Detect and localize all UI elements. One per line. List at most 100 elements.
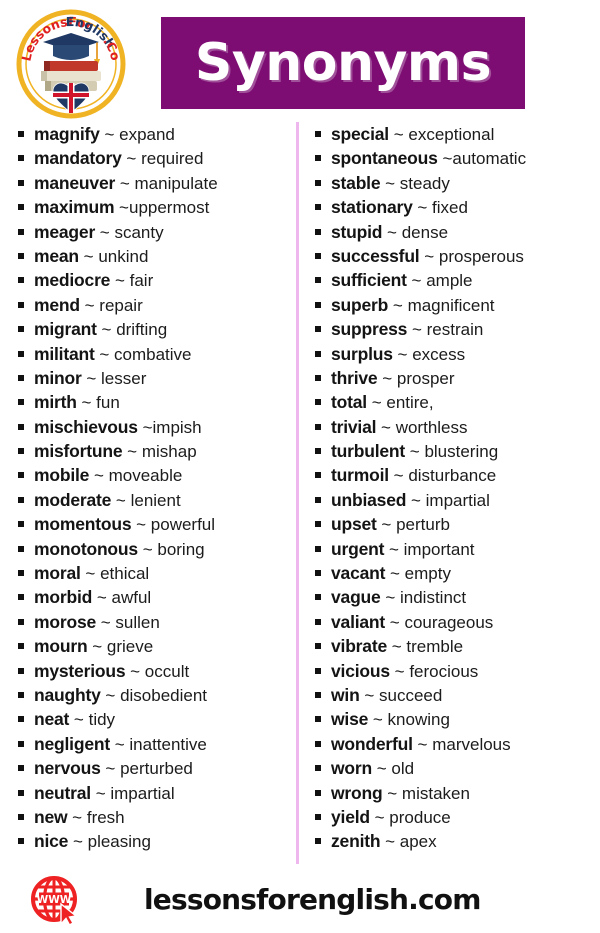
tilde-separator: ~ [389,612,400,632]
tilde-separator: ~ [411,320,422,340]
bullet-square-icon [315,716,321,723]
synonym-word: vague [331,587,381,608]
synonym-word: stationary [331,197,413,218]
synonym-meaning: succeed [378,685,443,705]
synonym-meaning: moveable [108,466,183,486]
synonym-row: mend ~ repair [0,293,297,317]
synonym-word: morose [34,611,97,632]
tilde-separator: ~ [142,539,153,559]
tilde-separator: ~ [387,222,397,242]
bullet-square-icon [18,423,24,430]
bullet-square-icon [315,399,321,406]
tilde-separator: ~ [95,783,106,803]
bullet-square-icon [18,326,24,333]
synonym-word: valiant [331,611,386,632]
synonym-word: unbiased [331,489,407,510]
synonym-word: wonderful [331,733,413,754]
synonym-meaning: magnificent [407,295,495,315]
synonym-word: misfortune [34,441,123,462]
synonym-meaning: awful [111,588,152,608]
synonym-row: militant ~ combative [0,342,297,366]
synonym-meaning: old [391,759,415,779]
synonym-row: stationary ~ fixed [303,195,600,219]
tilde-separator: ~ [92,637,103,657]
tilde-separator: ~ [93,466,104,486]
synonym-meaning: empty [404,564,451,584]
synonym-word: moral [34,563,81,584]
synonym-word: nice [34,831,69,852]
synonym-meaning: expand [119,125,175,144]
tilde-separator: ~ [381,417,391,437]
bullet-square-icon [18,252,24,259]
synonym-row: new ~ fresh [0,805,297,829]
synonym-meaning: blustering [424,442,499,462]
synonym-word: vicious [331,660,390,681]
bullet-square-icon [315,618,321,625]
bullet-square-icon [315,691,321,698]
synonym-row: unbiased ~ impartial [303,488,600,512]
tilde-separator: ~ [105,685,116,705]
synonym-row: vague ~ indistinct [303,585,600,609]
synonym-row: maximum ~uppermost [0,195,297,219]
synonym-meaning: boring [157,539,205,559]
synonym-meaning: courageous [404,612,494,632]
bullet-square-icon [315,838,321,845]
synonym-word: momentous [34,514,132,535]
tilde-separator: ~ [84,295,95,315]
synonym-meaning: inattentive [129,734,207,754]
tilde-separator: ~ [387,783,398,803]
tilde-separator: ~ [381,515,392,535]
tilde-separator: ~ [417,198,428,218]
synonym-meaning: produce [389,807,451,827]
tilde-separator: ~ [417,734,428,754]
synonym-meaning: mishap [141,442,197,462]
synonym-meaning: combative [114,344,192,364]
tilde-separator: ~ [393,466,404,486]
synonym-row: turmoil ~ disturbance [303,463,600,487]
synonym-columns: magnify ~ expand mandatory ~ required mane… [0,122,600,865]
bullet-square-icon [18,301,24,308]
bullet-square-icon [315,667,321,674]
synonym-meaning: automatic [452,149,527,169]
bullet-square-icon [315,228,321,235]
bullet-square-icon [315,789,321,796]
synonym-meaning: apex [399,832,437,852]
synonym-list-left: magnify ~ expand mandatory ~ required mane… [0,122,297,854]
synonym-meaning: occult [144,661,190,681]
synonym-row: neutral ~ impartial [0,781,297,805]
synonym-meaning: ethical [100,564,150,584]
synonym-word: mandatory [34,148,122,169]
bullet-square-icon [315,594,321,601]
tilde-separator: ~ [85,564,96,584]
tilde-separator: ~ [72,807,83,827]
synonym-meaning: uppermost [128,198,210,218]
synonym-word: yield [331,806,370,827]
synonym-word: mysterious [34,660,126,681]
bullet-square-icon [315,472,321,479]
synonym-word: morbid [34,587,93,608]
bullet-square-icon [315,131,321,137]
synonym-word: zenith [331,831,381,852]
bullet-square-icon [18,496,24,503]
synonym-meaning: pleasing [87,832,151,852]
synonym-word: superb [331,294,389,315]
synonym-row: wrong ~ mistaken [303,781,600,805]
synonym-row: mirth ~ fun [0,390,297,414]
tilde-separator: ~ [72,832,83,852]
synonym-row: valiant ~ courageous [303,610,600,634]
bullet-square-icon [18,570,24,577]
page-title-banner: Synonyms [161,17,525,109]
bullet-square-icon [18,350,24,357]
synonym-word: successful [331,245,420,266]
bullet-square-icon [315,326,321,333]
synonym-word: turbulent [331,441,406,462]
synonym-meaning: fair [129,271,154,291]
bullet-square-icon [315,448,321,455]
synonym-meaning: ferocious [409,661,479,681]
tilde-separator: ~ [81,393,92,413]
bullet-square-icon [315,521,321,528]
bullet-square-icon [18,716,24,723]
bullet-square-icon [18,472,24,479]
tilde-separator: ~ [99,344,110,364]
tilde-separator: ~ [424,246,435,266]
